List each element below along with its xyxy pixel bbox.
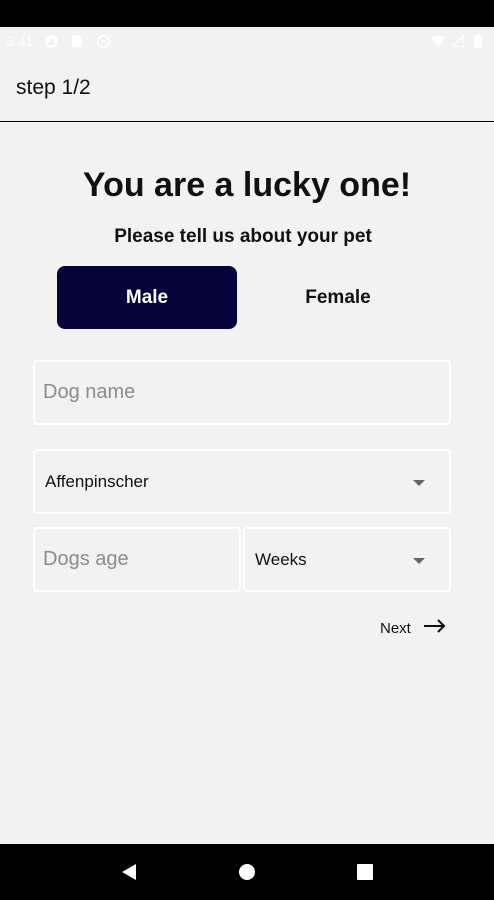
- main-content: You are a lucky one! Please tell us abou…: [0, 122, 494, 844]
- male-toggle-button[interactable]: Male: [57, 266, 237, 329]
- signal-icon: [450, 33, 466, 49]
- next-button[interactable]: Next: [380, 614, 447, 642]
- sim-icon: [69, 33, 85, 49]
- recents-icon[interactable]: [345, 852, 385, 892]
- data-saver-icon: [95, 33, 111, 49]
- status-time: 3:41: [6, 33, 34, 49]
- female-toggle-button[interactable]: Female: [248, 266, 428, 329]
- dog-name-field: [33, 360, 451, 425]
- age-unit-select[interactable]: Weeks: [243, 527, 451, 592]
- age-unit-selected-value: Weeks: [255, 549, 307, 569]
- wifi-icon: [430, 33, 446, 49]
- subheadline: Please tell us about your pet: [114, 226, 372, 247]
- app-bar: step 1/2: [0, 55, 494, 121]
- dog-age-field: [33, 527, 241, 592]
- top-inset: [0, 0, 494, 27]
- status-bar: 3:41: [0, 27, 494, 55]
- next-label: Next: [380, 619, 411, 637]
- dog-name-input[interactable]: [35, 362, 449, 423]
- page-title: step 1/2: [16, 76, 91, 99]
- system-nav-bar: [0, 844, 494, 900]
- dog-age-input[interactable]: [35, 529, 239, 590]
- back-icon[interactable]: [109, 852, 149, 892]
- home-icon[interactable]: [227, 852, 267, 892]
- arrow-right-icon: [423, 618, 447, 638]
- status-right: [430, 33, 486, 49]
- notification-icon: [43, 33, 59, 49]
- breed-selected-value: Affenpinscher: [45, 471, 149, 491]
- chevron-down-icon: [413, 558, 425, 564]
- status-left: 3:41: [6, 33, 111, 49]
- battery-icon: [470, 33, 486, 49]
- breed-select[interactable]: Affenpinscher: [33, 449, 451, 514]
- chevron-down-icon: [413, 480, 425, 486]
- headline: You are a lucky one!: [82, 166, 412, 204]
